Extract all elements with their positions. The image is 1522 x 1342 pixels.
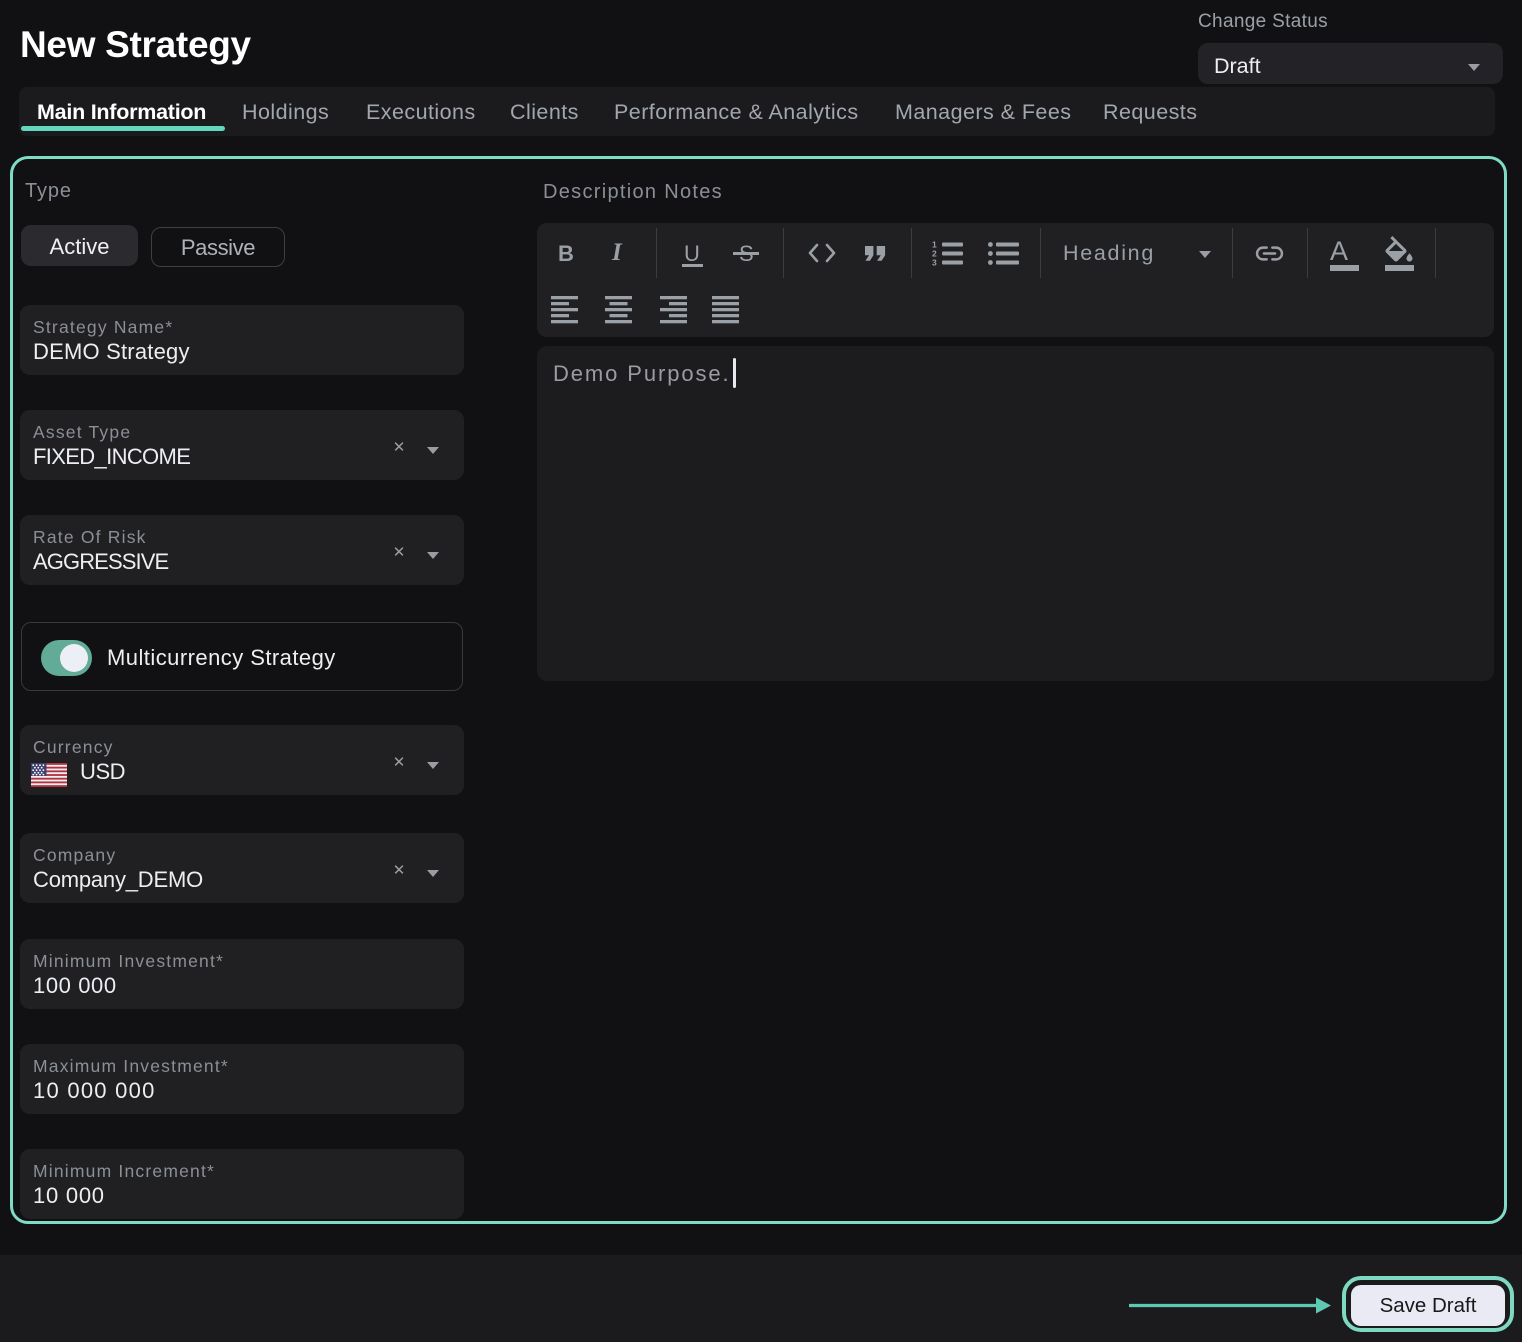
svg-text:3: 3 (932, 258, 937, 268)
